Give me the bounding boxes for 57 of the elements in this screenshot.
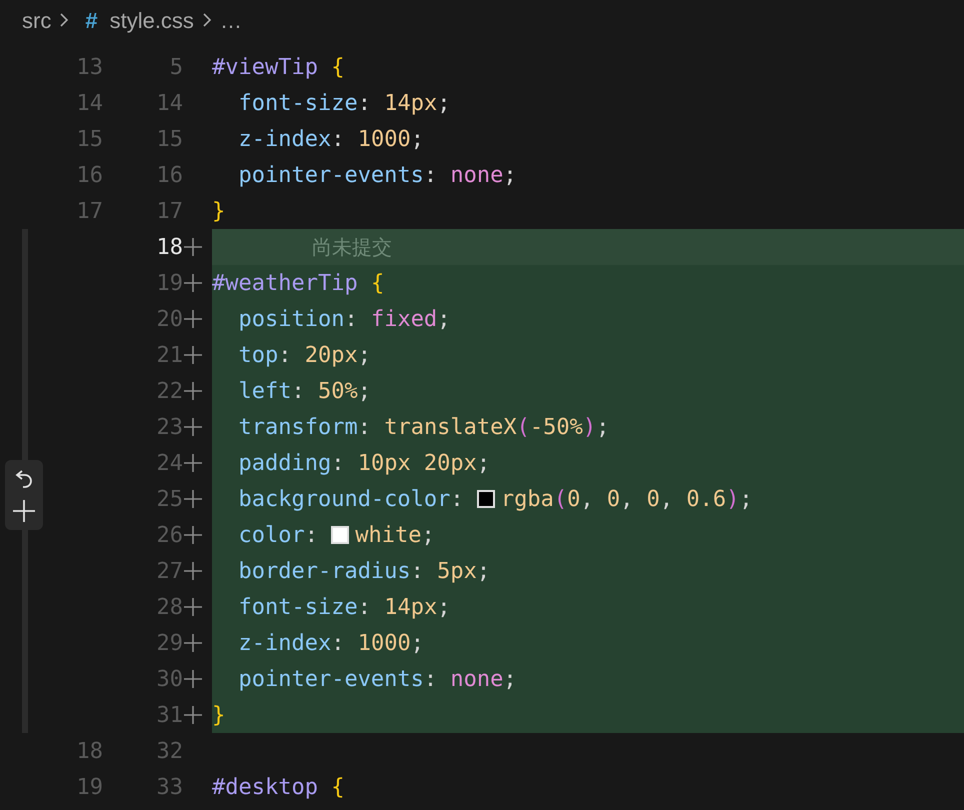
chevron-right-icon [59,12,70,28]
line-number: 28 [156,594,183,622]
code-line: font-size: 14px; [237,594,450,622]
line-number: 22 [156,378,183,406]
code-line: z-index: 1000; [237,630,424,658]
line-number: 31 [156,702,183,730]
code-line: #weatherTip { [212,270,384,298]
line-number: 32 [156,738,183,766]
code-line: left: 50%; [237,378,371,406]
code-line: #desktop { [212,774,344,802]
line-number: 16 [156,162,183,190]
plus-icon[interactable] [12,499,36,523]
code-line: #viewTip { [212,54,344,82]
code-line: top: 20px; [237,342,371,370]
line-number: 15 [76,126,103,154]
code-line: z-index: 1000; [237,126,424,154]
line-number: 5 [168,54,183,82]
code-line: background-color: rgba(0, 0, 0, 0.6); [237,486,753,514]
color-swatch[interactable] [476,490,495,508]
line-number: 18 [156,234,183,262]
line-number: 18 [76,738,103,766]
breadcrumb-item[interactable]: style.css [110,4,194,36]
line-number: 23 [156,414,183,442]
line-number: 13 [76,54,103,82]
line-number: 26 [156,522,183,550]
line-number: 16 [76,162,103,190]
line-number: 27 [156,558,183,586]
css-file-icon: # [85,4,98,36]
line-number: 25 [156,486,183,514]
breadcrumb-item[interactable]: src [22,4,52,36]
blame-annotation: 尚未提交 [312,234,392,261]
line-number: 29 [156,630,183,658]
code-line: pointer-events: none; [237,162,517,190]
line-number: 14 [156,90,183,118]
line-number: 24 [156,450,183,478]
color-swatch[interactable] [331,526,350,544]
line-number: 17 [156,198,183,226]
code-line: font-size: 14px; [237,90,450,118]
code-line: transform: translateX(-50%); [237,414,610,442]
breadcrumb-item[interactable]: … [220,4,242,36]
line-number: 30 [156,666,183,694]
line-number: 33 [156,774,183,802]
chevron-right-icon [202,12,212,28]
line-number: 21 [156,342,183,370]
line-number: 20 [156,306,183,334]
line-number: 19 [156,270,183,298]
code-line: pointer-events: none; [237,666,517,694]
line-number: 14 [76,90,103,118]
code-line: border-radius: 5px; [237,558,490,586]
line-number: 19 [76,774,103,802]
code-line: } [212,702,226,730]
code-line: position: fixed; [237,306,450,334]
line-number: 15 [156,126,183,154]
code-line: color: white; [237,522,435,550]
code-line: padding: 10px 20px; [237,450,490,478]
code-line: } [212,198,226,226]
line-number: 17 [76,198,103,226]
